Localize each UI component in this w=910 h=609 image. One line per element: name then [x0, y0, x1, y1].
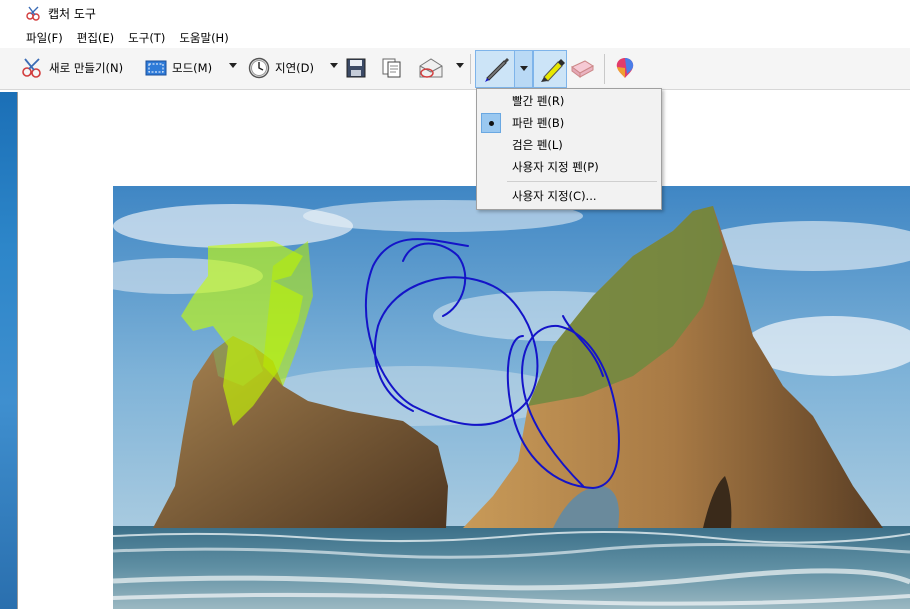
toolbar: 새로 만들기(N) 모드(M) 지연(D)	[0, 48, 910, 90]
send-mail-icon	[419, 58, 443, 78]
delay-label: 지연(D)	[275, 61, 314, 75]
menu-help[interactable]: 도움말(H)	[179, 30, 228, 46]
desktop-background-strip	[0, 92, 18, 609]
menu-item-red-pen[interactable]: 빨간 펜(R)	[478, 90, 660, 112]
mode-label: 모드(M)	[172, 61, 213, 75]
highlighter-button[interactable]	[533, 50, 567, 88]
menu-item-customize[interactable]: 사용자 지정(C)...	[478, 185, 660, 207]
delay-button[interactable]: 지연(D)	[248, 55, 314, 81]
menu-item-black-pen[interactable]: 검은 펜(L)	[478, 134, 660, 156]
title-bar: 캡처 도구	[0, 0, 910, 26]
toolbar-separator-2	[604, 54, 605, 84]
pen-icon	[485, 58, 509, 82]
menu-item-custom-pen[interactable]: 사용자 지정 펜(P)	[478, 156, 660, 178]
paint3d-icon	[616, 58, 634, 78]
send-snip-button[interactable]	[418, 55, 444, 81]
menu-separator	[507, 181, 657, 182]
new-snip-label: 새로 만들기(N)	[49, 61, 124, 75]
pen-dropdown-arrow	[520, 66, 528, 71]
pen-dropdown-menu: 빨간 펜(R) 파란 펜(B) 검은 펜(L) 사용자 지정 펜(P) 사용자 …	[476, 88, 662, 210]
menu-file[interactable]: 파일(F)	[26, 30, 63, 46]
menu-item-blue-pen[interactable]: 파란 펜(B)	[478, 112, 660, 134]
toolbar-separator	[470, 54, 471, 84]
snipping-tool-icon	[26, 6, 40, 21]
radio-selected-icon	[481, 113, 501, 133]
pen-dropdown-button[interactable]	[514, 50, 533, 88]
clock-icon	[248, 57, 270, 79]
menu-bar: 파일(F) 편집(E) 도구(T) 도움말(H)	[0, 28, 910, 48]
highlighter-icon	[541, 59, 565, 82]
delay-dropdown-arrow[interactable]	[330, 63, 338, 68]
mode-dropdown-arrow[interactable]	[229, 63, 237, 68]
menu-tools[interactable]: 도구(T)	[128, 30, 165, 46]
eraser-button[interactable]	[569, 57, 595, 82]
window-title: 캡처 도구	[48, 6, 96, 21]
custom-pen-label: 사용자 지정 펜(P)	[512, 160, 599, 174]
captured-image-drawing	[113, 186, 910, 609]
mode-icon	[145, 60, 167, 76]
mode-button[interactable]: 모드(M)	[145, 55, 212, 81]
new-snip-button[interactable]: 새로 만들기(N)	[20, 55, 123, 81]
blue-pen-label: 파란 펜(B)	[512, 116, 565, 130]
save-button[interactable]	[346, 55, 366, 81]
customize-label: 사용자 지정(C)...	[512, 189, 597, 203]
paint3d-button[interactable]	[614, 56, 636, 83]
eraser-icon	[571, 60, 594, 78]
copy-icon	[382, 58, 401, 78]
black-pen-label: 검은 펜(L)	[512, 138, 563, 152]
copy-button[interactable]	[381, 55, 403, 81]
send-dropdown-arrow[interactable]	[456, 63, 464, 68]
save-icon	[346, 58, 366, 78]
captured-image[interactable]	[113, 186, 910, 609]
red-pen-label: 빨간 펜(R)	[512, 94, 565, 108]
menu-edit[interactable]: 편집(E)	[77, 30, 114, 46]
snip-icon	[22, 58, 41, 78]
